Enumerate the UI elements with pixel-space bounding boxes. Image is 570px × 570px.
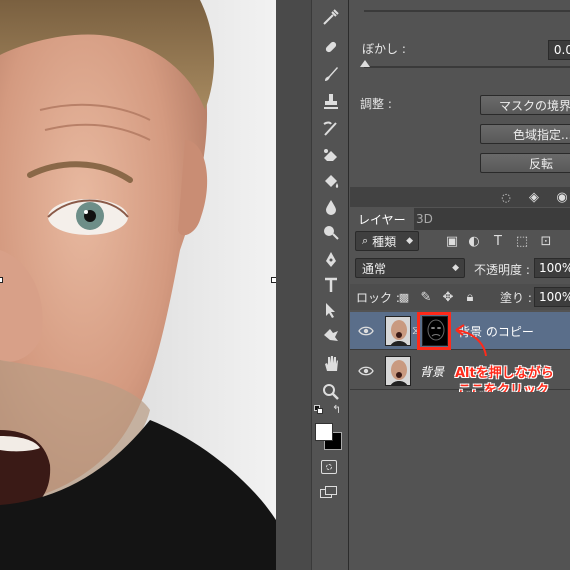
blur-value-field[interactable]: 0.0 <box>548 40 570 60</box>
swap-colors-icon[interactable]: ↰ <box>332 403 341 416</box>
history-brush-icon[interactable] <box>318 117 343 141</box>
canvas-pasteboard <box>276 0 312 570</box>
blur-icon[interactable] <box>318 195 343 219</box>
fill-field[interactable]: 100% <box>534 287 570 307</box>
foreground-color-swatch[interactable] <box>315 423 333 441</box>
blur-slider-thumb[interactable] <box>360 60 370 67</box>
density-slider-track[interactable] <box>364 10 570 12</box>
dodge-icon[interactable] <box>318 220 343 244</box>
layer-thumbnail[interactable] <box>385 316 411 346</box>
annotation-arrow <box>455 324 487 357</box>
filter-type-icon[interactable]: T <box>490 233 506 249</box>
filter-pixel-icon[interactable]: ▣ <box>444 233 460 249</box>
healing-brush-icon[interactable] <box>318 35 343 59</box>
blur-label: ぼかし : <box>362 42 406 56</box>
filter-shape-icon[interactable]: ⬚ <box>514 233 530 249</box>
tab-3d[interactable]: 3D <box>408 208 441 230</box>
adjust-label: 調整 : <box>360 97 392 111</box>
shape-icon[interactable] <box>318 323 343 347</box>
blend-mode-value: 通常 <box>362 261 387 276</box>
filter-adjustment-icon[interactable]: ◐ <box>466 233 482 249</box>
blend-mode-dropdown[interactable]: 通常 ◆ <box>355 258 465 278</box>
quick-mask-icon[interactable] <box>321 460 337 474</box>
eraser-icon[interactable] <box>318 143 343 167</box>
zoom-icon[interactable] <box>318 380 343 404</box>
document-canvas[interactable] <box>0 0 276 570</box>
properties-footer: ◌ ◈ ◉ <box>350 187 570 207</box>
visibility-eye-icon[interactable] <box>358 323 374 339</box>
annotation-text-line1: Altを押しながら <box>455 366 554 381</box>
path-selection-icon[interactable] <box>318 298 343 322</box>
load-selection-icon[interactable]: ◌ <box>498 189 514 205</box>
tools-panel: ↰ <box>312 0 349 570</box>
right-panels: ぼかし : 0.0 調整 : マスクの境界線 色域指定... 反転 ◌ ◈ ◉ … <box>350 0 570 570</box>
color-range-button[interactable]: 色域指定... <box>480 124 570 144</box>
opacity-label: 不透明度 : <box>474 263 530 277</box>
pen-icon[interactable] <box>318 248 343 272</box>
mask-edge-button[interactable]: マスクの境界線 <box>480 95 570 115</box>
transform-handle-left[interactable] <box>0 277 3 283</box>
layer-name[interactable]: 背景 <box>420 363 444 380</box>
paint-bucket-icon[interactable] <box>318 170 343 194</box>
layer-filter-dropdown[interactable]: ⌕ 種類 ◆ <box>355 231 419 251</box>
visibility-eye-icon[interactable] <box>358 363 374 379</box>
lock-transparent-icon[interactable]: ▩ <box>396 289 412 305</box>
layer-thumbnail[interactable] <box>385 356 411 386</box>
lock-row: ロック : ▩ ✎ ✥ 🔒︎ 塗り : 100% <box>350 284 570 310</box>
layers-empty-area <box>350 392 570 570</box>
tab-layers[interactable]: レイヤー <box>350 208 414 230</box>
type-icon[interactable] <box>318 273 343 297</box>
search-icon: ⌕ <box>362 234 369 247</box>
filter-smart-object-icon[interactable]: ⊡ <box>538 233 554 249</box>
mask-highlight-box <box>417 312 451 350</box>
blur-slider-track[interactable] <box>364 66 570 68</box>
fill-label: 塗り : <box>500 291 532 305</box>
lock-label: ロック : <box>356 291 400 305</box>
layers-tab-bar: レイヤー 3D <box>350 208 570 230</box>
brush-icon[interactable] <box>318 62 343 86</box>
invert-button[interactable]: 反転 <box>480 153 570 173</box>
lock-image-icon[interactable]: ✎ <box>418 289 434 305</box>
default-colors-icon[interactable] <box>314 405 324 415</box>
lock-all-icon[interactable]: 🔒︎ <box>462 289 478 305</box>
hand-icon[interactable] <box>318 352 343 376</box>
lock-position-icon[interactable]: ✥ <box>440 289 456 305</box>
portrait-photo <box>0 0 276 570</box>
screen-mode-icon[interactable] <box>320 486 338 500</box>
visibility-mask-icon[interactable]: ◉ <box>554 189 570 205</box>
layer-filter-value: 種類 <box>372 234 397 249</box>
dropdown-arrow-icon: ◆ <box>406 236 413 246</box>
eyedropper-icon[interactable] <box>318 5 343 29</box>
stamp-icon[interactable] <box>318 90 343 114</box>
dropdown-arrow-icon: ◆ <box>452 263 459 273</box>
opacity-field[interactable]: 100% <box>534 258 570 278</box>
apply-mask-icon[interactable]: ◈ <box>526 189 542 205</box>
